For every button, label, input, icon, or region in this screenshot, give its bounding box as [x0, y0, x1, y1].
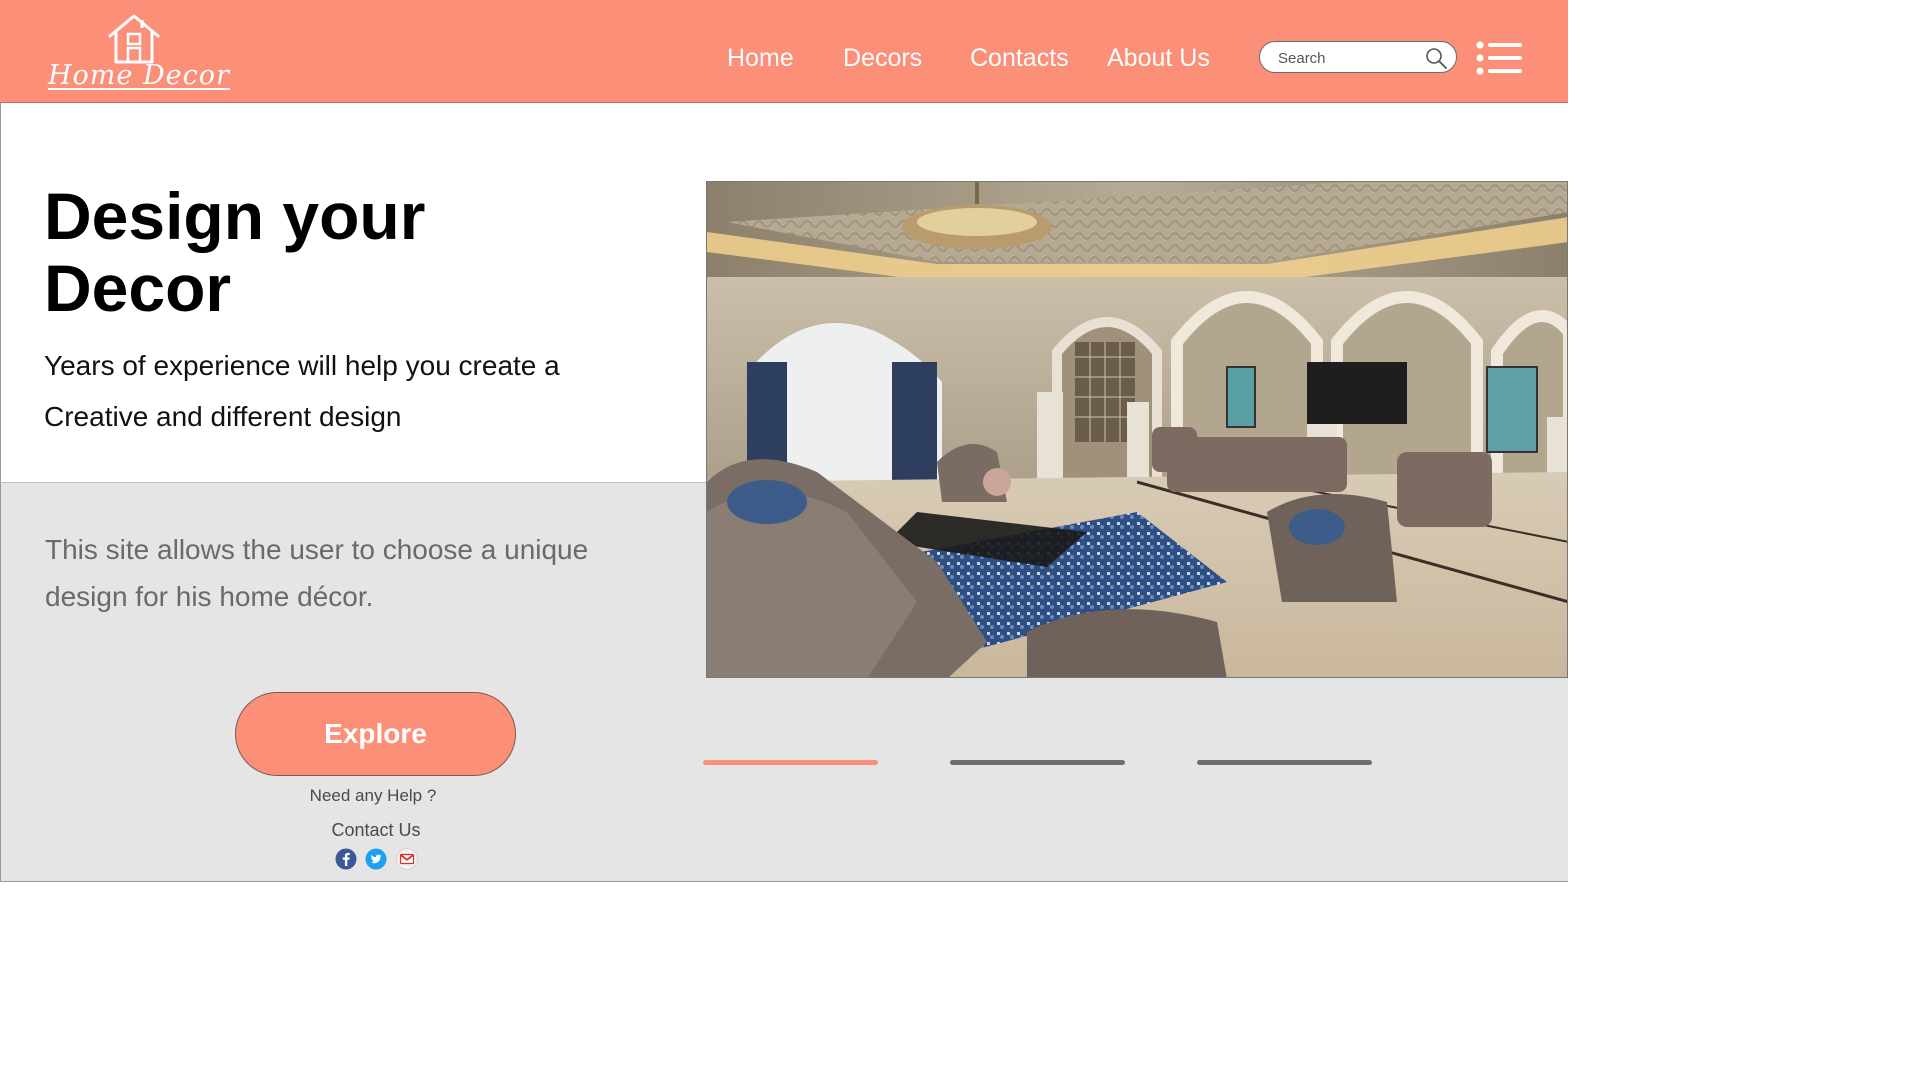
- logo-text: Home Decor: [48, 60, 230, 91]
- site-description: This site allows the user to choose a un…: [45, 526, 665, 620]
- help-text: Need any Help ?: [309, 786, 437, 805]
- site-description-line-1: This site allows the user to choose a un…: [45, 534, 589, 565]
- hero-subtitle-line-2: Creative and different design: [44, 401, 402, 432]
- site-description-line-2: design for his home décor.: [45, 581, 374, 612]
- hero-title: Design your Decor: [44, 180, 644, 324]
- search-icon[interactable]: [1424, 46, 1448, 70]
- search-input[interactable]: [1278, 48, 1418, 68]
- logo[interactable]: Home Decor: [46, 12, 229, 96]
- living-room-image: [706, 181, 1568, 678]
- header-bar: Home Decor Home Decors Contacts About Us: [0, 0, 1568, 103]
- hero-subtitle-line-1: Years of experience will help you create…: [44, 350, 560, 381]
- explore-button[interactable]: Explore: [235, 692, 516, 776]
- search-box: [1259, 41, 1457, 73]
- facebook-icon[interactable]: [335, 848, 357, 870]
- house-icon: [108, 14, 160, 64]
- nav-contacts[interactable]: Contacts: [970, 42, 1069, 74]
- nav-about-us[interactable]: About Us: [1107, 42, 1210, 74]
- hero-title-line-1: Design your: [44, 179, 426, 253]
- hamburger-menu-icon[interactable]: [1476, 41, 1524, 75]
- contact-us-link[interactable]: Contact Us: [263, 820, 489, 841]
- hero-subtitle: Years of experience will help you create…: [44, 340, 664, 442]
- hero-title-line-2: Decor: [44, 251, 232, 325]
- slide-indicator-3[interactable]: [1197, 760, 1372, 765]
- nav-decors[interactable]: Decors: [843, 42, 922, 74]
- nav-home[interactable]: Home: [727, 42, 794, 74]
- slide-indicator-2[interactable]: [950, 760, 1125, 765]
- twitter-icon[interactable]: [365, 848, 387, 870]
- slide-indicator-1[interactable]: [703, 760, 878, 765]
- gmail-icon[interactable]: [396, 848, 418, 870]
